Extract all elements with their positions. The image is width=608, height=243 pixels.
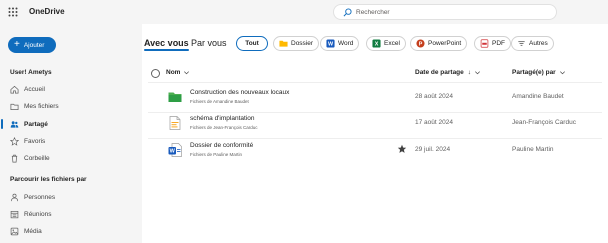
folder-icon	[279, 40, 288, 47]
sidebar-item-favoris[interactable]: Favoris	[10, 135, 45, 147]
column-header-name-label: Nom	[166, 69, 181, 76]
filter-word[interactable]: W Word	[320, 36, 360, 51]
filter-powerpoint[interactable]: P PowerPoint	[410, 36, 468, 51]
file-shared-by: Jean-François Carduc	[512, 119, 576, 126]
active-indicator	[1, 119, 3, 129]
file-name[interactable]: Dossier de conformité	[190, 142, 253, 149]
home-icon	[10, 85, 19, 93]
filter-label: Word	[338, 40, 354, 47]
main-content: Avec vous Par vous Tout Dossier W Word X…	[142, 24, 608, 243]
file-owner: Fichiers de Pauline Martin	[190, 152, 243, 157]
column-header-date-label: Date de partage	[415, 69, 464, 76]
app-title[interactable]: OneDrive	[29, 7, 65, 16]
sidebar-item-label: Favoris	[24, 137, 46, 145]
sidebar-item-reunions[interactable]: Réunions	[10, 208, 51, 220]
sidebar-item-label: Mes fichiers	[24, 102, 59, 110]
sidebar: + Ajouter User! Ametys Accueil Mes fichi…	[0, 24, 142, 243]
sidebar-item-accueil[interactable]: Accueil	[10, 83, 45, 95]
image-file-icon	[169, 116, 181, 130]
add-button[interactable]: + Ajouter	[8, 37, 56, 53]
calendar-icon	[10, 210, 19, 218]
sidebar-item-label: Partagé	[24, 120, 48, 128]
sidebar-item-label: Accueil	[24, 85, 45, 93]
sidebar-item-corbeille[interactable]: Corbeille	[10, 152, 50, 164]
tab-avec-vous[interactable]: Avec vous	[144, 38, 189, 51]
sidebar-item-mes-fichiers[interactable]: Mes fichiers	[10, 100, 59, 112]
file-owner: Fichiers de Jean-François Carduc	[190, 125, 258, 130]
person-icon	[10, 193, 19, 201]
svg-text:P: P	[419, 42, 423, 48]
filter-pdf[interactable]: PDF	[474, 36, 511, 51]
search-box[interactable]	[333, 4, 557, 20]
file-date: 28 août 2024	[415, 93, 453, 100]
sidebar-item-media[interactable]: Média	[10, 225, 42, 237]
tab-par-vous[interactable]: Par vous	[191, 38, 227, 48]
header-divider	[148, 82, 602, 83]
table-row[interactable]: schéma d'implantation Fichiers de Jean-F…	[142, 112, 608, 138]
column-header-shared-by-label: Partagé(e) par	[512, 69, 556, 76]
file-name[interactable]: Construction des nouveaux locaux	[190, 89, 289, 96]
sort-down-icon: ↓	[467, 69, 472, 76]
filter-label: Dossier	[291, 40, 314, 47]
svg-text:W: W	[170, 149, 176, 155]
image-icon	[10, 227, 19, 235]
filter-label: Autres	[529, 40, 548, 47]
people-icon	[10, 120, 19, 128]
trash-icon	[11, 154, 18, 162]
star-icon	[10, 136, 19, 146]
add-button-label: Ajouter	[23, 41, 45, 49]
column-header-shared-by[interactable]: Partagé(e) par	[512, 69, 566, 76]
column-header-name[interactable]: Nom	[166, 69, 190, 76]
file-owner: Fichiers de Amandine Baudet	[190, 99, 249, 104]
powerpoint-icon: P	[416, 39, 425, 48]
sidebar-item-label: Personnes	[24, 193, 56, 201]
sidebar-item-partage[interactable]: Partagé	[10, 118, 48, 130]
app-launcher-icon[interactable]	[8, 7, 18, 17]
sidebar-item-label: Média	[24, 227, 42, 235]
chevron-down-icon	[475, 71, 480, 75]
pdf-icon	[480, 39, 489, 48]
search-input[interactable]	[356, 6, 546, 18]
sidebar-item-personnes[interactable]: Personnes	[10, 191, 55, 203]
file-date: 17 août 2024	[415, 119, 453, 126]
sidebar-item-label: Réunions	[24, 210, 52, 218]
chevron-down-icon	[184, 71, 190, 75]
file-shared-by: Amandine Baudet	[512, 93, 564, 100]
filter-label: Excel	[384, 40, 400, 47]
folder-icon	[10, 103, 19, 110]
filter-tout[interactable]: Tout	[236, 36, 268, 51]
file-date: 29 juil. 2024	[415, 146, 451, 153]
filter-label: PowerPoint	[428, 40, 462, 47]
filter-label: Tout	[245, 40, 259, 47]
favorite-star-icon[interactable]	[397, 144, 407, 154]
table-row[interactable]: Construction des nouveaux locaux Fichier…	[142, 86, 608, 112]
folder-icon	[168, 92, 182, 102]
top-bar: OneDrive	[0, 0, 608, 24]
browse-heading: Parcourir les fichiers par	[10, 176, 87, 183]
column-header-date[interactable]: Date de partage ↓	[415, 69, 481, 76]
filter-icon	[518, 41, 525, 46]
table-row[interactable]: W Dossier de conformité Fichiers de Paul…	[142, 139, 608, 165]
sidebar-item-label: Corbeille	[24, 154, 50, 162]
filter-dossier[interactable]: Dossier	[273, 36, 320, 51]
filter-excel[interactable]: X Excel	[366, 36, 406, 51]
plus-icon: +	[14, 39, 20, 50]
select-all-radio[interactable]	[151, 69, 160, 78]
file-shared-by: Pauline Martin	[512, 146, 554, 153]
excel-icon: X	[372, 39, 381, 48]
user-heading: User! Ametys	[10, 69, 52, 76]
filter-autres[interactable]: Autres	[511, 36, 554, 51]
filter-label: PDF	[492, 40, 505, 47]
word-icon: W	[326, 39, 335, 48]
word-file-icon: W	[168, 143, 182, 157]
file-name[interactable]: schéma d'implantation	[190, 115, 254, 122]
search-icon	[343, 8, 352, 17]
svg-text:X: X	[375, 42, 379, 48]
chevron-down-icon	[559, 71, 565, 75]
